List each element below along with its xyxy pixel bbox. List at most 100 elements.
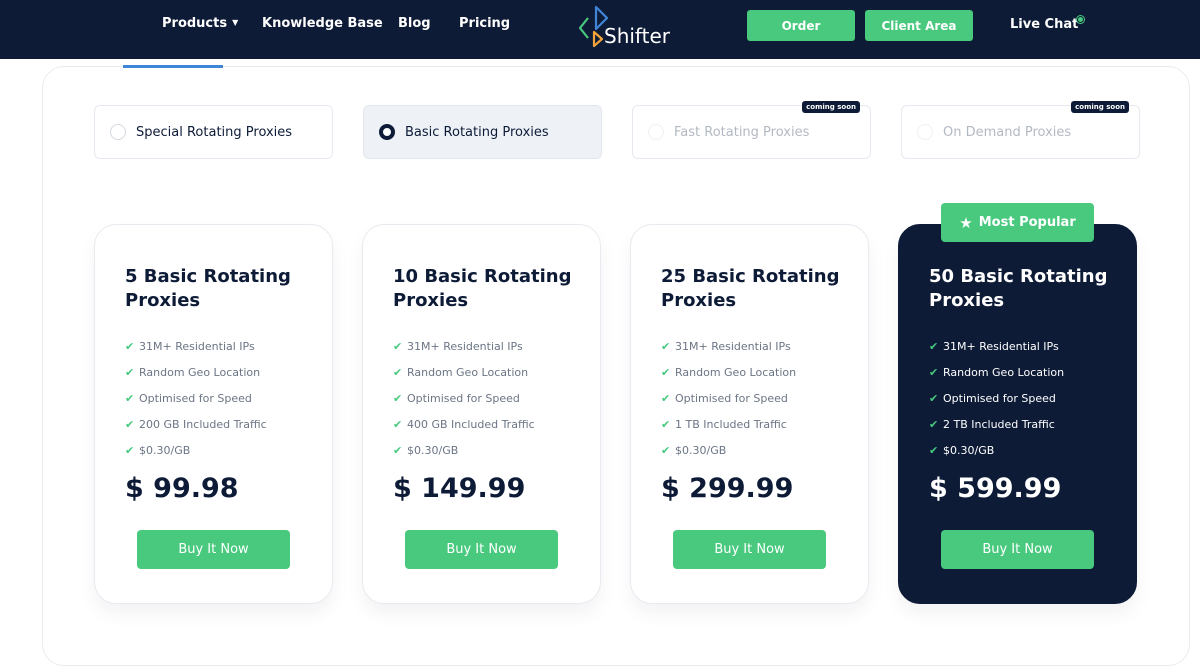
feature-item: ✔ $0.30/GB [661, 437, 796, 463]
check-icon: ✔ [929, 339, 939, 353]
plan-card-10: 10 Basic Rotating Proxies ✔ 31M+ Resident… [362, 224, 601, 604]
feature-item: ✔ 31M+ Residential IPs [929, 333, 1064, 359]
feature-text: 200 GB Included Traffic [139, 417, 267, 431]
plan-features: ✔ 31M+ Residential IPs ✔ Random Geo Locati… [393, 333, 535, 463]
feature-text: Optimised for Speed [943, 391, 1056, 405]
proxy-type-label: Basic Rotating Proxies [405, 124, 549, 140]
nav-pricing-link[interactable]: Pricing [459, 16, 510, 31]
check-icon: ✔ [393, 391, 403, 405]
check-icon: ✔ [125, 443, 135, 457]
feature-item: ✔ 1 TB Included Traffic [661, 411, 796, 437]
star-icon: ★ [959, 213, 973, 232]
feature-text: Random Geo Location [675, 365, 797, 379]
proxy-type-label: On Demand Proxies [943, 124, 1072, 140]
feature-text: Random Geo Location [407, 365, 529, 379]
feature-item: ✔ 31M+ Residential IPs [125, 333, 267, 359]
feature-text: Random Geo Location [139, 365, 261, 379]
check-icon: ✔ [929, 391, 939, 405]
check-icon: ✔ [661, 417, 671, 431]
most-popular-label: Most Popular [978, 215, 1076, 230]
plan-card-50-popular: 50 Basic Rotating Proxies ✔ 31M+ Resident… [898, 224, 1137, 604]
check-icon: ✔ [661, 391, 671, 405]
feature-text: $0.30/GB [407, 443, 459, 457]
top-navigation-bar: Products ▼ Knowledge Base Blog Pricing Sh… [0, 0, 1200, 59]
feature-item: ✔ Optimised for Speed [661, 385, 796, 411]
feature-item: ✔ Random Geo Location [929, 359, 1064, 385]
feature-item: ✔ Random Geo Location [661, 359, 796, 385]
nav-blog-link[interactable]: Blog [398, 16, 431, 31]
check-icon: ✔ [125, 417, 135, 431]
coming-soon-badge: coming soon [1071, 101, 1129, 113]
feature-text: $0.30/GB [675, 443, 727, 457]
feature-text: Random Geo Location [943, 365, 1065, 379]
buy-now-button[interactable]: Buy It Now [137, 530, 290, 569]
plan-price: $ 99.98 [125, 473, 239, 504]
check-icon: ✔ [661, 443, 671, 457]
most-popular-badge: ★ Most Popular [941, 203, 1094, 242]
shifter-logo[interactable]: Shifter [578, 4, 678, 52]
feature-text: Optimised for Speed [675, 391, 788, 405]
plan-card-5: 5 Basic Rotating Proxies ✔ 31M+ Residenti… [94, 224, 333, 604]
buy-now-button[interactable]: Buy It Now [673, 530, 826, 569]
plan-title: 50 Basic Rotating Proxies [929, 266, 1108, 311]
feature-text: 31M+ Residential IPs [943, 339, 1059, 353]
buy-now-button[interactable]: Buy It Now [941, 530, 1094, 569]
plan-price: $ 299.99 [661, 473, 794, 504]
caret-down-icon: ▼ [232, 18, 239, 27]
feature-item: ✔ Optimised for Speed [125, 385, 267, 411]
feature-item: ✔ 400 GB Included Traffic [393, 411, 535, 437]
radio-icon [110, 124, 126, 140]
plan-price: $ 149.99 [393, 473, 526, 504]
feature-item: ✔ Optimised for Speed [929, 385, 1064, 411]
client-area-button[interactable]: Client Area [865, 10, 973, 41]
check-icon: ✔ [125, 365, 135, 379]
check-icon: ✔ [393, 443, 403, 457]
nav-knowledge-base-link[interactable]: Knowledge Base [262, 16, 383, 31]
feature-item: ✔ Random Geo Location [125, 359, 267, 385]
feature-item: ✔ Random Geo Location [393, 359, 535, 385]
feature-text: Optimised for Speed [407, 391, 520, 405]
plan-card-25: 25 Basic Rotating Proxies ✔ 31M+ Resident… [630, 224, 869, 604]
feature-item: ✔ 200 GB Included Traffic [125, 411, 267, 437]
check-icon: ✔ [125, 339, 135, 353]
check-icon: ✔ [661, 339, 671, 353]
feature-text: 31M+ Residential IPs [139, 339, 255, 353]
proxy-type-label: Special Rotating Proxies [136, 124, 293, 140]
check-icon: ✔ [393, 365, 403, 379]
check-icon: ✔ [929, 443, 939, 457]
active-tab-underline [123, 65, 223, 68]
feature-text: Optimised for Speed [139, 391, 252, 405]
check-icon: ✔ [661, 365, 671, 379]
plan-features: ✔ 31M+ Residential IPs ✔ Random Geo Locati… [125, 333, 267, 463]
check-icon: ✔ [929, 365, 939, 379]
plan-features: ✔ 31M+ Residential IPs ✔ Random Geo Locati… [661, 333, 796, 463]
proxy-type-option-special[interactable]: Special Rotating Proxies [94, 105, 333, 159]
feature-text: $0.30/GB [943, 443, 995, 457]
proxy-type-option-fast: Fast Rotating Proxies coming soon [632, 101, 871, 159]
feature-item: ✔ $0.30/GB [125, 437, 267, 463]
check-icon: ✔ [393, 417, 403, 431]
feature-item: ✔ $0.30/GB [393, 437, 535, 463]
feature-text: 2 TB Included Traffic [943, 417, 1055, 431]
feature-item: ✔ $0.30/GB [929, 437, 1064, 463]
radio-icon [648, 124, 664, 140]
live-chat-link[interactable]: Live Chat [1010, 17, 1078, 32]
feature-item: ✔ 31M+ Residential IPs [393, 333, 535, 359]
check-icon: ✔ [393, 339, 403, 353]
online-dot-icon [1077, 16, 1084, 23]
buy-now-button[interactable]: Buy It Now [405, 530, 558, 569]
nav-products-menu[interactable]: Products ▼ [162, 16, 238, 31]
check-icon: ✔ [125, 391, 135, 405]
check-icon: ✔ [929, 417, 939, 431]
order-button[interactable]: Order [747, 10, 855, 41]
feature-text: 31M+ Residential IPs [675, 339, 791, 353]
proxy-type-option-on-demand: On Demand Proxies coming soon [901, 101, 1140, 159]
proxy-type-label: Fast Rotating Proxies [674, 124, 810, 140]
feature-item: ✔ 2 TB Included Traffic [929, 411, 1064, 437]
proxy-type-option-basic[interactable]: Basic Rotating Proxies [363, 105, 602, 159]
plan-title: 10 Basic Rotating Proxies [393, 266, 572, 311]
feature-text: 31M+ Residential IPs [407, 339, 523, 353]
feature-text: 1 TB Included Traffic [675, 417, 787, 431]
feature-text: 400 GB Included Traffic [407, 417, 535, 431]
feature-item: ✔ Optimised for Speed [393, 385, 535, 411]
